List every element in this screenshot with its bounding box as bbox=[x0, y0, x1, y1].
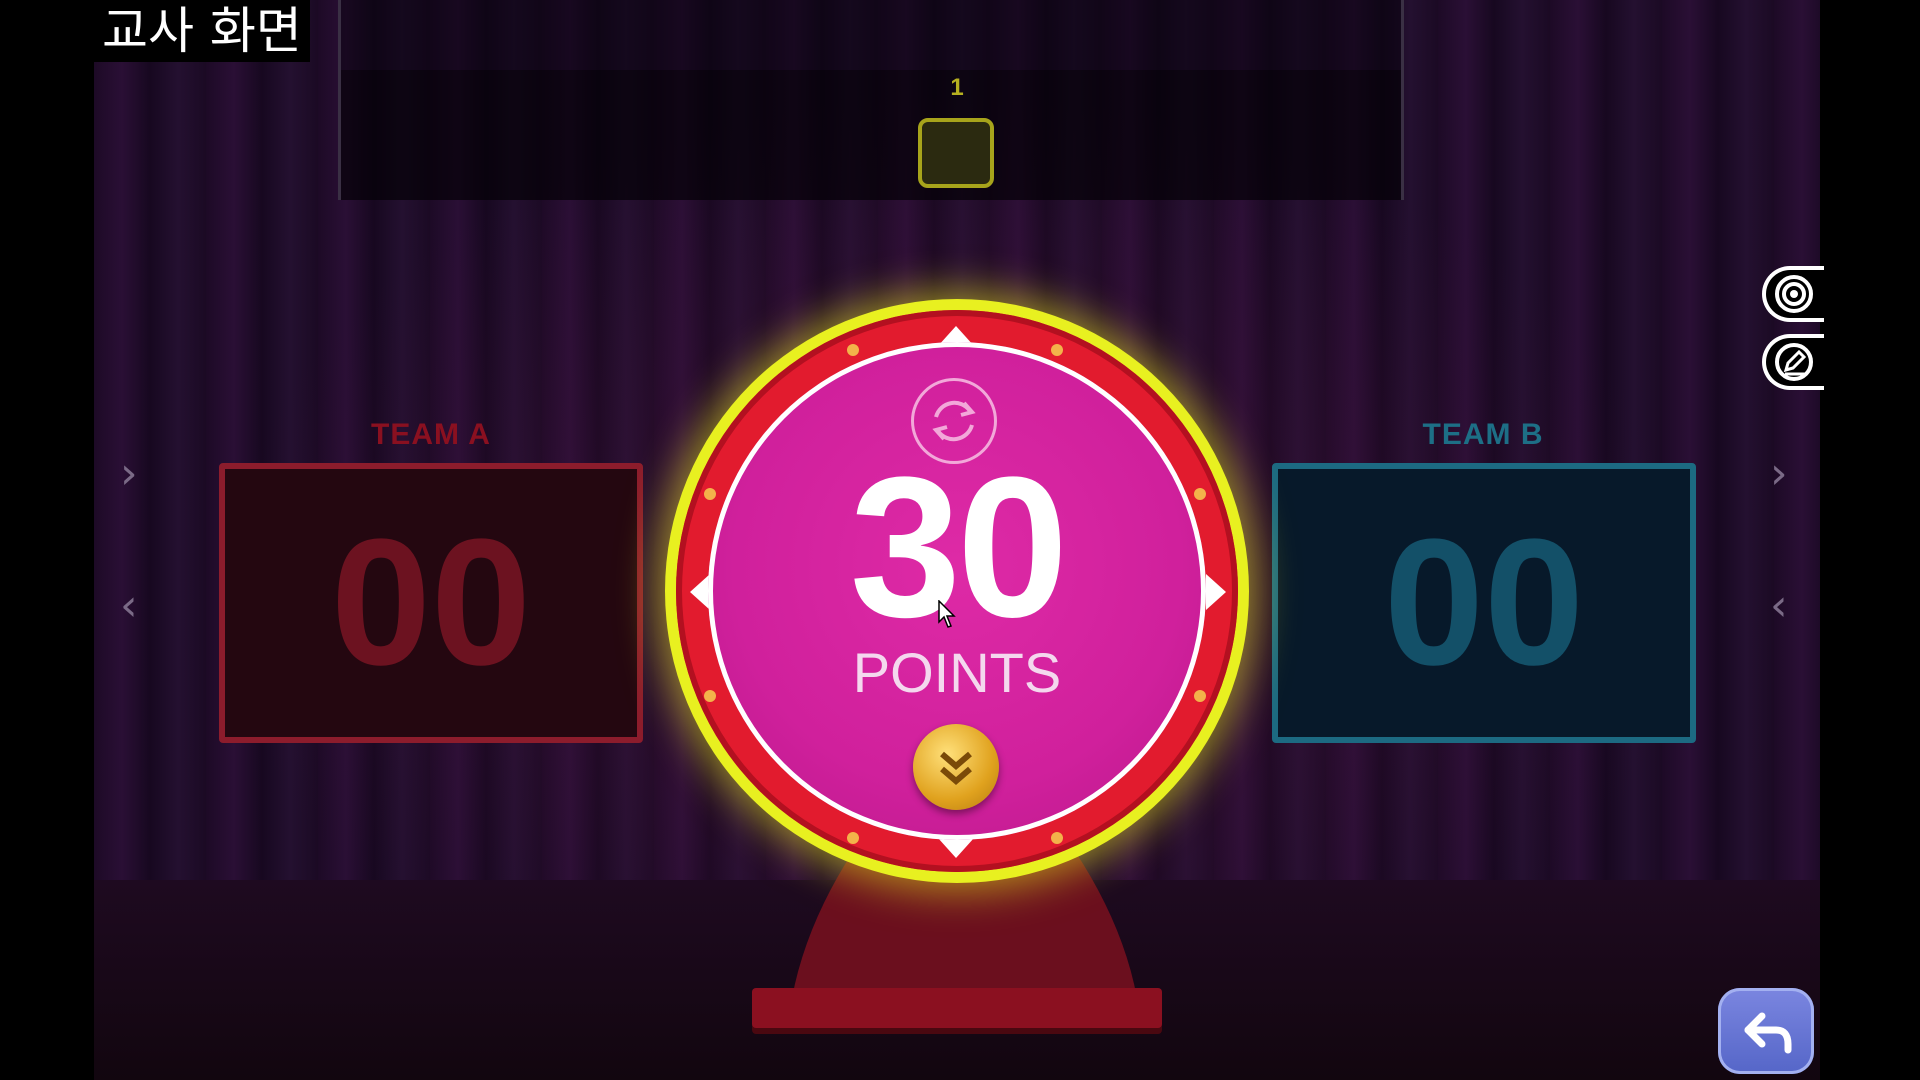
mouse-cursor-icon bbox=[938, 600, 956, 628]
team-a-increase-button[interactable]: › bbox=[120, 448, 138, 499]
team-b-decrease-button[interactable]: ‹ bbox=[1770, 580, 1788, 631]
chevron-left-icon: ‹ bbox=[1770, 580, 1788, 631]
pencil-tool-button[interactable] bbox=[1762, 334, 1824, 390]
team-a-score-box: 00 bbox=[219, 463, 643, 743]
back-button[interactable] bbox=[1718, 988, 1814, 1074]
team-b-increase-button[interactable]: › bbox=[1770, 448, 1788, 499]
target-tool-button[interactable] bbox=[1762, 266, 1824, 322]
chevron-left-icon: ‹ bbox=[120, 580, 138, 631]
points-label: POINTS bbox=[852, 641, 1062, 704]
question-bar-shade bbox=[341, 70, 1401, 200]
team-b-label: TEAM B bbox=[1422, 418, 1544, 451]
wheel-marker bbox=[690, 574, 710, 610]
wheel-dot bbox=[847, 832, 859, 844]
wheel-stand-base bbox=[752, 988, 1162, 1028]
question-number: 1 bbox=[950, 74, 964, 101]
team-a-label: TEAM A bbox=[371, 418, 491, 451]
wheel-dot bbox=[1194, 488, 1206, 500]
wheel-dot bbox=[1051, 832, 1063, 844]
team-b-score: 00 bbox=[1383, 502, 1585, 703]
team-b-score-box: 00 bbox=[1272, 463, 1696, 743]
wheel-dot bbox=[704, 488, 716, 500]
target-icon bbox=[1775, 275, 1813, 313]
undo-arrow-icon bbox=[1744, 1012, 1792, 1054]
wheel-dot bbox=[847, 344, 859, 356]
wheel-dot bbox=[1051, 344, 1063, 356]
chevron-right-icon: › bbox=[120, 448, 138, 499]
chevron-right-icon: › bbox=[1770, 448, 1788, 499]
question-bar bbox=[338, 0, 1404, 200]
pencil-icon bbox=[1775, 343, 1813, 381]
teacher-screen-label: 교사 화면 bbox=[94, 0, 310, 62]
wheel-marker bbox=[1206, 574, 1226, 610]
spin-button[interactable] bbox=[913, 724, 999, 810]
wheel-dot bbox=[704, 690, 716, 702]
team-a-score: 00 bbox=[330, 502, 532, 703]
wheel-marker bbox=[938, 838, 974, 858]
question-tile[interactable] bbox=[918, 118, 994, 188]
chevron-double-down-icon bbox=[940, 751, 972, 785]
wheel-dot bbox=[1194, 690, 1206, 702]
team-a-decrease-button[interactable]: ‹ bbox=[120, 580, 138, 631]
